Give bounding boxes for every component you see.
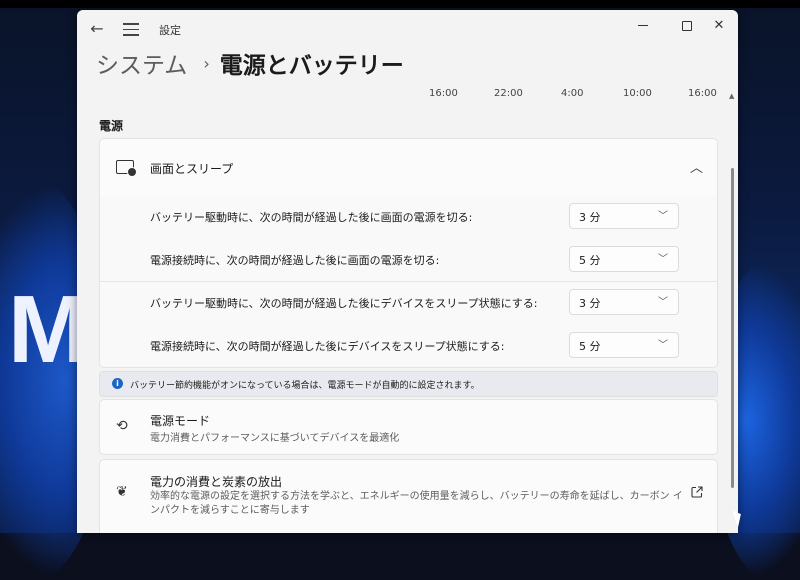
setting-label: バッテリー駆動時に、次の時間が経過した後に画面の電源を切る: (150, 211, 473, 224)
plugged-screen-off-dropdown[interactable]: 5 分 ﹀ (569, 246, 679, 272)
screen-sleep-icon (116, 160, 137, 177)
setting-label: 電源接続時に、次の時間が経過した後にデバイスをスリープ状態にする: (150, 340, 505, 353)
info-text: バッテリー節約機能がオンになっている場合は、電源モードが自動的に設定されます。 (130, 381, 480, 391)
screen-bezel-top (0, 0, 800, 8)
breadcrumb-chevron-icon: › (203, 53, 210, 73)
chevron-down-icon: ﹀ (658, 340, 668, 351)
dropdown-value: 5 分 (579, 254, 601, 267)
setting-label: 電源接続時に、次の時間が経過した後に画面の電源を切る: (150, 254, 440, 267)
battery-saver-info-bar: i バッテリー節約機能がオンになっている場合は、電源モードが自動的に設定されます… (99, 371, 718, 397)
leaf-icon: ❦ (116, 484, 128, 500)
energy-carbon-card[interactable]: ❦ 電力の消費と炭素の放出 効率的な電源の設定を選択する方法を学ぶと、エネルギー… (99, 459, 718, 533)
energy-carbon-title: 電力の消費と炭素の放出 (150, 475, 283, 489)
energy-carbon-description: 効率的な電源の設定を選択する方法を学ぶと、エネルギーの使用量を減らし、バッテリー… (150, 491, 683, 516)
open-external-icon[interactable] (691, 486, 703, 498)
desktop-text: M (8, 276, 88, 383)
chevron-up-icon[interactable]: ︿ (690, 157, 703, 176)
breadcrumb-parent-system[interactable]: システム (96, 46, 187, 80)
chevron-down-icon: ﹀ (658, 254, 668, 265)
setting-label: バッテリー駆動時に、次の時間が経過した後にデバイスをスリープ状態にする: (150, 297, 538, 310)
settings-window: ← 設定 ✕ システム › 電源とバッテリー 16:00 22:00 4:00 … (77, 10, 738, 533)
power-mode-card[interactable]: ⟲ 電源モード 電力消費とパフォーマンスに基づいてデバイスを最適化 (99, 399, 718, 455)
info-icon: i (112, 378, 123, 389)
title-bar: ← 設定 ✕ (77, 10, 738, 46)
power-mode-icon: ⟲ (116, 418, 128, 434)
hamburger-menu-icon[interactable] (123, 19, 139, 37)
setting-row-plugged-sleep: 電源接続時に、次の時間が経過した後にデバイスをスリープ状態にする: 5 分 ﹀ (100, 325, 717, 367)
time-label: 10:00 (623, 88, 652, 99)
time-label: 16:00 (688, 88, 717, 99)
battery-sleep-dropdown[interactable]: 3 分 ﹀ (569, 289, 679, 315)
setting-row-battery-sleep: バッテリー駆動時に、次の時間が経過した後にデバイスをスリープ状態にする: 3 分… (100, 282, 717, 324)
dropdown-value: 3 分 (579, 297, 601, 310)
section-heading-power: 電源 (99, 119, 124, 133)
window-title: 設定 (159, 24, 181, 37)
time-label: 4:00 (561, 88, 584, 99)
scroll-up-arrow-icon[interactable]: ▲ (729, 92, 734, 100)
chevron-down-icon: ﹀ (658, 297, 668, 308)
chevron-down-icon: ﹀ (658, 211, 668, 222)
page-title: 電源とバッテリー (219, 53, 404, 79)
power-mode-title: 電源モード (150, 414, 211, 428)
time-label: 22:00 (494, 88, 523, 99)
dropdown-value: 3 分 (579, 211, 601, 224)
screen-sleep-title: 画面とスリープ (150, 162, 234, 176)
battery-graph-time-axis: 16:00 22:00 4:00 10:00 16:00 (77, 88, 738, 102)
dropdown-value: 5 分 (579, 340, 601, 353)
power-mode-subtitle: 電力消費とパフォーマンスに基づいてデバイスを最適化 (150, 433, 400, 444)
minimize-icon (638, 25, 648, 26)
screen-sleep-settings: バッテリー駆動時に、次の時間が経過した後に画面の電源を切る: 3 分 ﹀ 電源接… (99, 196, 718, 368)
scroll-thumb[interactable] (731, 168, 734, 488)
close-button[interactable]: ✕ (697, 12, 738, 40)
battery-screen-off-dropdown[interactable]: 3 分 ﹀ (569, 203, 679, 229)
vertical-scrollbar[interactable]: ▲ (729, 92, 735, 522)
setting-row-battery-screen-off: バッテリー駆動時に、次の時間が経過した後に画面の電源を切る: 3 分 ﹀ (100, 196, 717, 238)
back-arrow-icon[interactable]: ← (87, 20, 107, 38)
breadcrumb: システム › 電源とバッテリー (96, 46, 404, 80)
time-label: 16:00 (429, 88, 458, 99)
maximize-icon (682, 20, 692, 31)
minimize-button[interactable] (621, 12, 665, 40)
plugged-sleep-dropdown[interactable]: 5 分 ﹀ (569, 332, 679, 358)
setting-row-plugged-screen-off: 電源接続時に、次の時間が経過した後に画面の電源を切る: 5 分 ﹀ (100, 239, 717, 281)
close-icon: ✕ (713, 18, 725, 33)
screen-sleep-expander[interactable]: 画面とスリープ ︿ (99, 138, 718, 197)
